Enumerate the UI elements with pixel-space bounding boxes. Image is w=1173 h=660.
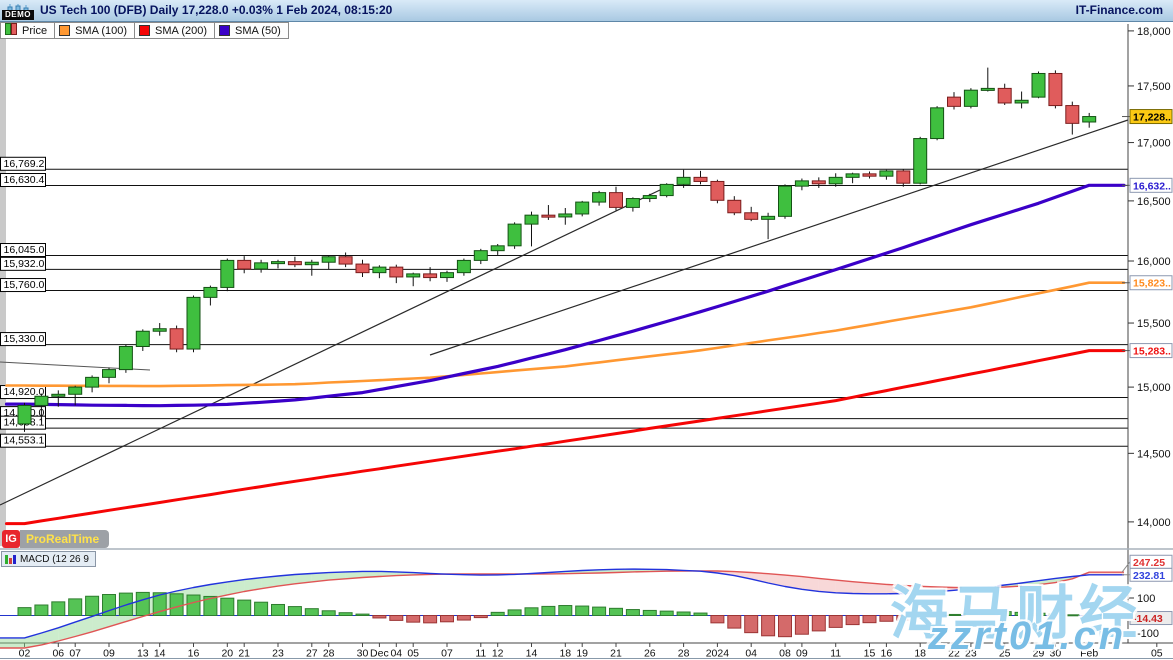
- sma200-color-icon: [139, 25, 150, 36]
- svg-text:Dec: Dec: [370, 648, 389, 660]
- svg-text:12: 12: [492, 648, 504, 660]
- legend-label: SMA (50): [235, 25, 281, 37]
- brand-label: IT-Finance.com: [1076, 3, 1163, 17]
- svg-text:15,000: 15,000: [1137, 382, 1171, 394]
- header: DEMO US Tech 100 (DFB) Daily 17,228.0 +0…: [0, 0, 1173, 22]
- trading-chart-window: 16,769.2 16,630.4 16,045.0 15,932.0 15,760.0…: [0, 0, 1173, 660]
- legend-item-price[interactable]: Price: [0, 22, 55, 39]
- level-lines: 16,769.2 16,630.4 16,045.0 15,932.0 15,760.0…: [1, 157, 1129, 447]
- svg-text:16: 16: [188, 648, 200, 660]
- svg-text:08: 08: [779, 648, 791, 660]
- svg-text:15,760.0: 15,760.0: [4, 279, 45, 291]
- svg-text:18: 18: [559, 648, 571, 660]
- svg-text:14,000: 14,000: [1137, 517, 1171, 529]
- svg-text:16,500: 16,500: [1137, 196, 1171, 208]
- chart-canvas[interactable]: 16,769.2 16,630.4 16,045.0 15,932.0 15,760.0…: [0, 0, 1173, 660]
- macd-legend[interactable]: MACD (12 26 9: [1, 551, 96, 567]
- legend-label: SMA (200): [155, 25, 207, 37]
- provider-logo: IG ProRealTime: [2, 530, 109, 548]
- legend-label: Price: [22, 25, 47, 37]
- svg-text:23: 23: [272, 648, 284, 660]
- price-series-icon: [5, 23, 17, 38]
- svg-text:15,283..: 15,283..: [1133, 346, 1171, 358]
- svg-text:19: 19: [576, 648, 588, 660]
- sma100-color-icon: [59, 25, 70, 36]
- svg-text:18,000: 18,000: [1137, 26, 1171, 38]
- svg-text:07: 07: [441, 648, 453, 660]
- svg-text:20: 20: [221, 648, 233, 660]
- svg-text:09: 09: [103, 648, 115, 660]
- trendlines: [0, 120, 1128, 505]
- svg-text:17,500: 17,500: [1137, 81, 1171, 93]
- svg-text:17,000: 17,000: [1137, 138, 1171, 150]
- legend-bar: Price SMA (100) SMA (200) SMA (50): [0, 22, 289, 38]
- svg-text:30: 30: [357, 648, 369, 660]
- svg-text:14,500: 14,500: [1137, 448, 1171, 460]
- svg-text:15: 15: [864, 648, 876, 660]
- svg-text:05: 05: [1151, 648, 1163, 660]
- svg-text:16,000: 16,000: [1137, 256, 1171, 268]
- svg-text:15,500: 15,500: [1137, 318, 1171, 330]
- svg-text:07: 07: [69, 648, 81, 660]
- demo-badge: DEMO: [2, 10, 34, 20]
- svg-text:17,228..: 17,228..: [1133, 112, 1171, 124]
- svg-text:26: 26: [644, 648, 656, 660]
- ig-logo: IG: [2, 530, 20, 548]
- legend-item-sma100[interactable]: SMA (100): [55, 22, 135, 39]
- svg-text:16,632..: 16,632..: [1133, 180, 1171, 192]
- svg-text:21: 21: [610, 648, 622, 660]
- svg-text:02: 02: [19, 648, 31, 660]
- legend-item-sma200[interactable]: SMA (200): [135, 22, 215, 39]
- svg-text:11: 11: [475, 648, 486, 660]
- svg-text:13: 13: [137, 648, 149, 660]
- sma-lines: [7, 185, 1125, 523]
- svg-text:15,932.0: 15,932.0: [4, 258, 45, 270]
- svg-text:11: 11: [830, 648, 841, 660]
- prorealtime-logo: ProRealTime: [20, 530, 109, 548]
- svg-text:28: 28: [323, 648, 335, 660]
- svg-text:09: 09: [796, 648, 808, 660]
- svg-text:14: 14: [526, 648, 538, 660]
- svg-text:14,553.1: 14,553.1: [4, 435, 45, 447]
- legend-label: SMA (100): [75, 25, 127, 37]
- svg-text:2024: 2024: [706, 648, 730, 660]
- legend-item-sma50[interactable]: SMA (50): [215, 22, 289, 39]
- svg-text:06: 06: [52, 648, 64, 660]
- svg-text:04: 04: [745, 648, 757, 660]
- candles-layer: [18, 68, 1096, 432]
- svg-text:21: 21: [238, 648, 250, 660]
- chart-title: US Tech 100 (DFB) Daily 17,228.0 +0.03% …: [40, 3, 392, 17]
- svg-text:28: 28: [678, 648, 690, 660]
- svg-text:15,330.0: 15,330.0: [4, 333, 45, 345]
- svg-text:15,823..: 15,823..: [1133, 278, 1171, 290]
- svg-text:16,769.2: 16,769.2: [4, 158, 45, 170]
- macd-legend-label: MACD (12 26 9: [20, 554, 89, 565]
- svg-text:05: 05: [407, 648, 419, 660]
- svg-text:16,045.0: 16,045.0: [4, 244, 45, 256]
- watermark-url: zzrt01.cn: [928, 614, 1126, 659]
- svg-text:14: 14: [154, 648, 166, 660]
- svg-text:04: 04: [390, 648, 402, 660]
- svg-text:16,630.4: 16,630.4: [4, 174, 45, 186]
- sma50-color-icon: [219, 25, 230, 36]
- macd-icon: [5, 555, 16, 564]
- svg-text:27: 27: [306, 648, 318, 660]
